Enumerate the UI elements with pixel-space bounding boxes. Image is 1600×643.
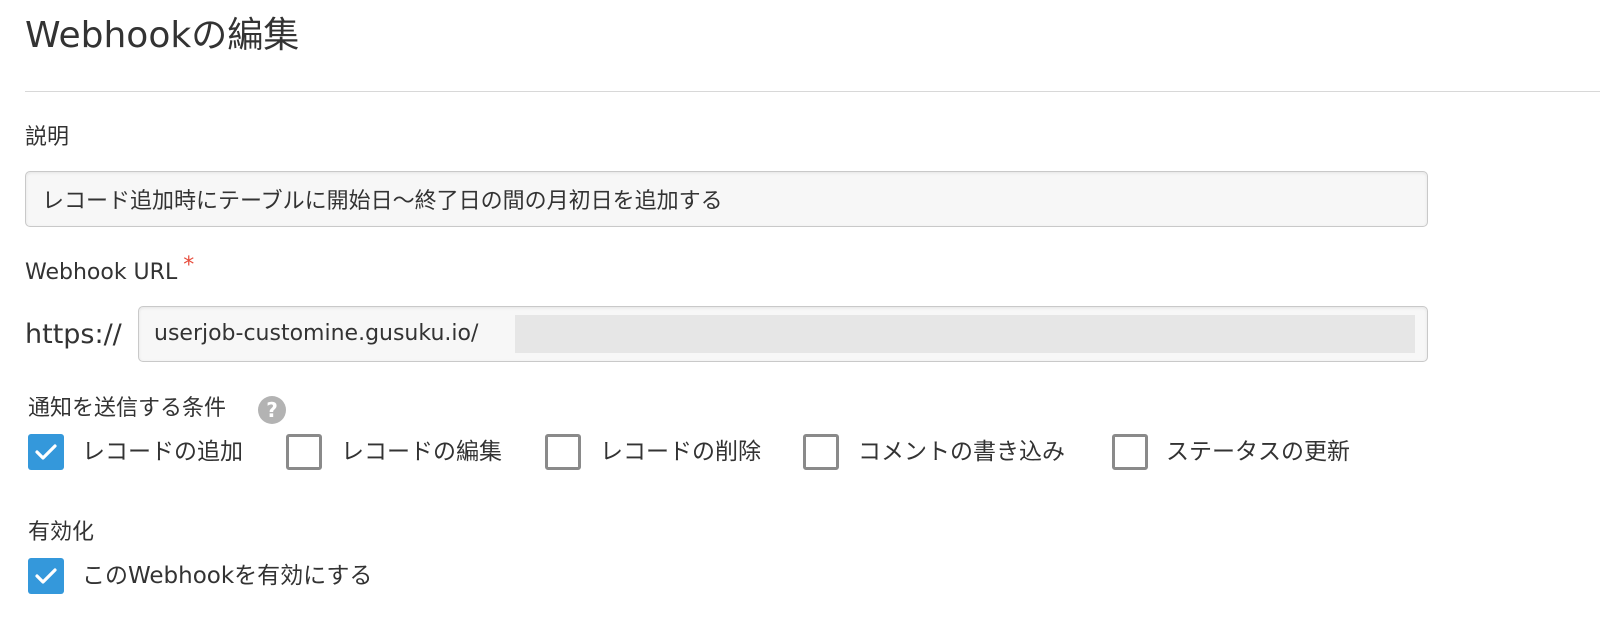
- enable-label: 有効化: [28, 520, 95, 545]
- checkbox-record-edit[interactable]: [286, 434, 322, 470]
- checkbox-label-status-update[interactable]: ステータスの更新: [1166, 437, 1350, 467]
- checkbox-enable-webhook[interactable]: [28, 558, 64, 594]
- webhook-url-input[interactable]: userjob-customine.gusuku.io/: [138, 306, 1428, 362]
- redacted-url-mask: [515, 315, 1415, 353]
- webhook-url-label: Webhook URL *: [25, 253, 194, 287]
- checkbox-label-record-delete[interactable]: レコードの削除: [600, 437, 761, 467]
- checkbox-label-enable-webhook[interactable]: このWebhookを有効にする: [82, 561, 372, 591]
- checkbox-label-comment-post[interactable]: コメントの書き込み: [858, 437, 1065, 467]
- conditions-label: 通知を送信する条件: [28, 396, 227, 421]
- check-icon: [35, 568, 57, 584]
- checkbox-record-delete[interactable]: [545, 434, 581, 470]
- description-label: 説明: [25, 125, 70, 150]
- question-circle-icon[interactable]: ?: [258, 396, 286, 424]
- required-mark: *: [183, 253, 195, 278]
- checkbox-label-record-edit[interactable]: レコードの編集: [341, 437, 502, 467]
- webhook-url-value: userjob-customine.gusuku.io/: [154, 321, 479, 346]
- url-prefix: https://: [25, 319, 122, 350]
- check-icon: [35, 444, 57, 460]
- checkbox-label-record-add[interactable]: レコードの追加: [82, 437, 243, 467]
- checkbox-status-update[interactable]: [1112, 434, 1148, 470]
- description-input[interactable]: [25, 171, 1428, 227]
- checkbox-comment-post[interactable]: [803, 434, 839, 470]
- page-title: Webhookの編集: [25, 15, 300, 56]
- title-divider: [25, 91, 1600, 92]
- checkbox-record-add[interactable]: [28, 434, 64, 470]
- webhook-url-label-text: Webhook URL: [25, 260, 178, 285]
